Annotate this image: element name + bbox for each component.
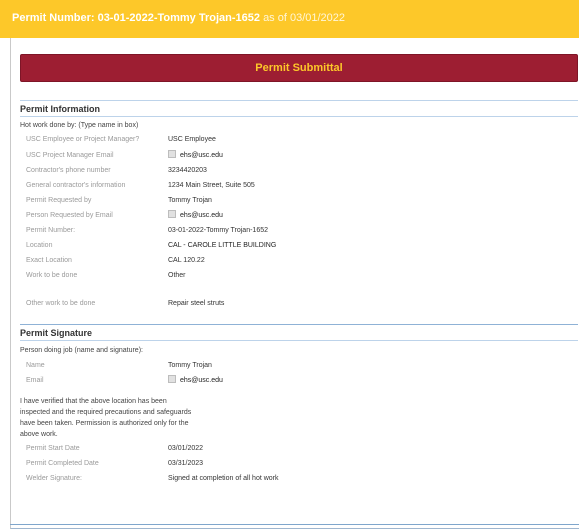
- email-icon: [168, 210, 176, 218]
- section-divider: [20, 324, 578, 325]
- field-label: Other work to be done: [26, 300, 96, 307]
- field-label: Name: [26, 362, 45, 369]
- field-label: Exact Location: [26, 257, 72, 264]
- person-doing-job-intro: Person doing job (name and signature):: [20, 347, 143, 354]
- section-title-permit-information: Permit Information: [20, 104, 101, 114]
- project-manager-email-value[interactable]: ehs@usc.edu: [168, 150, 223, 159]
- field-value: 03/31/2023: [168, 460, 204, 467]
- email-icon: [168, 150, 176, 158]
- requester-email-value[interactable]: ehs@usc.edu: [168, 210, 223, 219]
- field-value: USC Employee: [168, 136, 216, 143]
- permit-header-bar: Permit Number: 03-01-2022-Tommy Trojan-1…: [0, 0, 579, 38]
- field-value: Repair steel struts: [168, 300, 225, 307]
- field-label: Permit Completed Date: [26, 460, 99, 467]
- section-divider: [20, 340, 578, 341]
- field-label: Location: [26, 242, 53, 249]
- field-label: USC Project Manager Email: [26, 152, 114, 159]
- field-value: 3234420203: [168, 167, 207, 174]
- email-text[interactable]: ehs@usc.edu: [180, 212, 223, 219]
- field-label: Person Requested by Email: [26, 212, 113, 219]
- verification-text-line: inspected and the required precautions a…: [20, 409, 192, 416]
- field-label: Welder Signature:: [26, 475, 82, 482]
- field-value: Tommy Trojan: [168, 197, 212, 204]
- email-icon: [168, 375, 176, 383]
- email-text[interactable]: ehs@usc.edu: [180, 152, 223, 159]
- field-label: Work to be done: [26, 272, 78, 279]
- field-value: CAL - CAROLE LITTLE BUILDING: [168, 242, 277, 249]
- section-title-permit-signature: Permit Signature: [20, 328, 93, 338]
- field-label: Permit Start Date: [26, 445, 80, 452]
- field-value: 03/01/2022: [168, 445, 204, 452]
- verification-text-line: I have verified that the above location …: [20, 398, 167, 405]
- email-text[interactable]: ehs@usc.edu: [180, 377, 223, 384]
- section-divider: [20, 116, 578, 117]
- field-value: 1234 Main Street, Suite 505: [168, 182, 255, 189]
- permit-submittal-button[interactable]: Permit Submittal: [20, 54, 578, 82]
- field-label: General contractor's information: [26, 182, 126, 189]
- verification-text-line: above work.: [20, 431, 58, 438]
- field-label: Contractor's phone number: [26, 167, 111, 174]
- field-value: Tommy Trojan: [168, 362, 212, 369]
- hot-work-intro: Hot work done by: (Type name in box): [20, 122, 139, 129]
- field-label: Email: [26, 377, 44, 384]
- field-label: USC Employee or Project Manager?: [26, 136, 140, 143]
- field-value: Other: [168, 272, 186, 279]
- field-value: CAL 120.22: [168, 257, 205, 264]
- permit-header-title: Permit Number: 03-01-2022-Tommy Trojan-1…: [12, 12, 345, 24]
- signer-email-value[interactable]: ehs@usc.edu: [168, 375, 223, 384]
- permit-date-suffix: as of 03/01/2022: [263, 12, 346, 24]
- section-divider: [20, 100, 578, 101]
- field-value: 03-01-2022-Tommy Trojan-1652: [168, 227, 268, 234]
- field-label: Permit Requested by: [26, 197, 92, 204]
- permit-number-title: Permit Number: 03-01-2022-Tommy Trojan-1…: [12, 12, 260, 24]
- bottom-divider: [10, 524, 579, 525]
- field-label: Permit Number:: [26, 227, 76, 234]
- verification-text-line: have been taken. Permission is authorize…: [20, 420, 189, 427]
- field-value: Signed at completion of all hot work: [168, 475, 279, 482]
